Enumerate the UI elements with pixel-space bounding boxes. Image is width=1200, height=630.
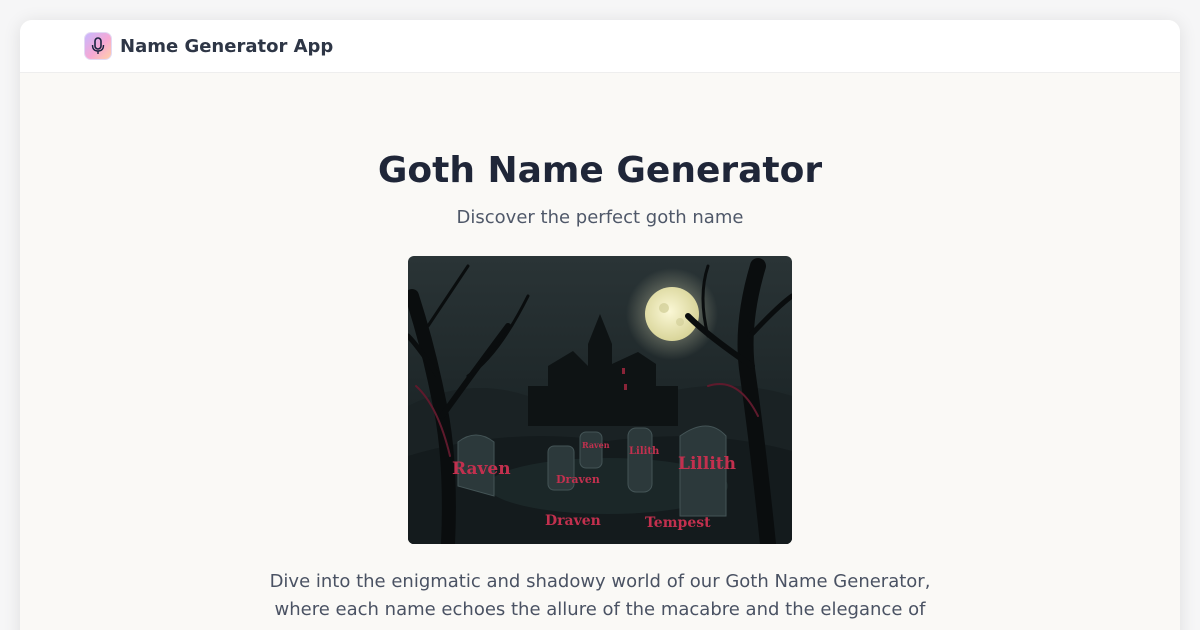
tombstone-name-raven-1: Raven — [452, 459, 511, 479]
moon — [645, 287, 699, 341]
page-title: Goth Name Generator — [377, 150, 823, 191]
tombstone-name-tempest: Tempest — [645, 515, 711, 531]
microphone-icon[interactable] — [84, 32, 112, 60]
tombstone-name-draven-2: Draven — [545, 513, 601, 529]
goth-graveyard-illustration: Raven Draven Lillith Lilith Raven Draven… — [408, 256, 792, 544]
tombstone-name-lilith: Lilith — [629, 446, 660, 457]
app-name[interactable]: Name Generator App — [120, 36, 333, 57]
tombstone-name-draven-1: Draven — [556, 473, 600, 486]
app-window: Name Generator App Goth Name Generator D… — [20, 20, 1180, 630]
top-navbar: Name Generator App — [20, 20, 1180, 73]
description-text: Dive into the enigmatic and shadowy worl… — [269, 571, 931, 620]
page-subtitle: Discover the perfect goth name — [456, 207, 744, 228]
tombstone-name-raven-2: Raven — [582, 440, 610, 450]
tombstone-name-lillith: Lillith — [678, 454, 736, 474]
